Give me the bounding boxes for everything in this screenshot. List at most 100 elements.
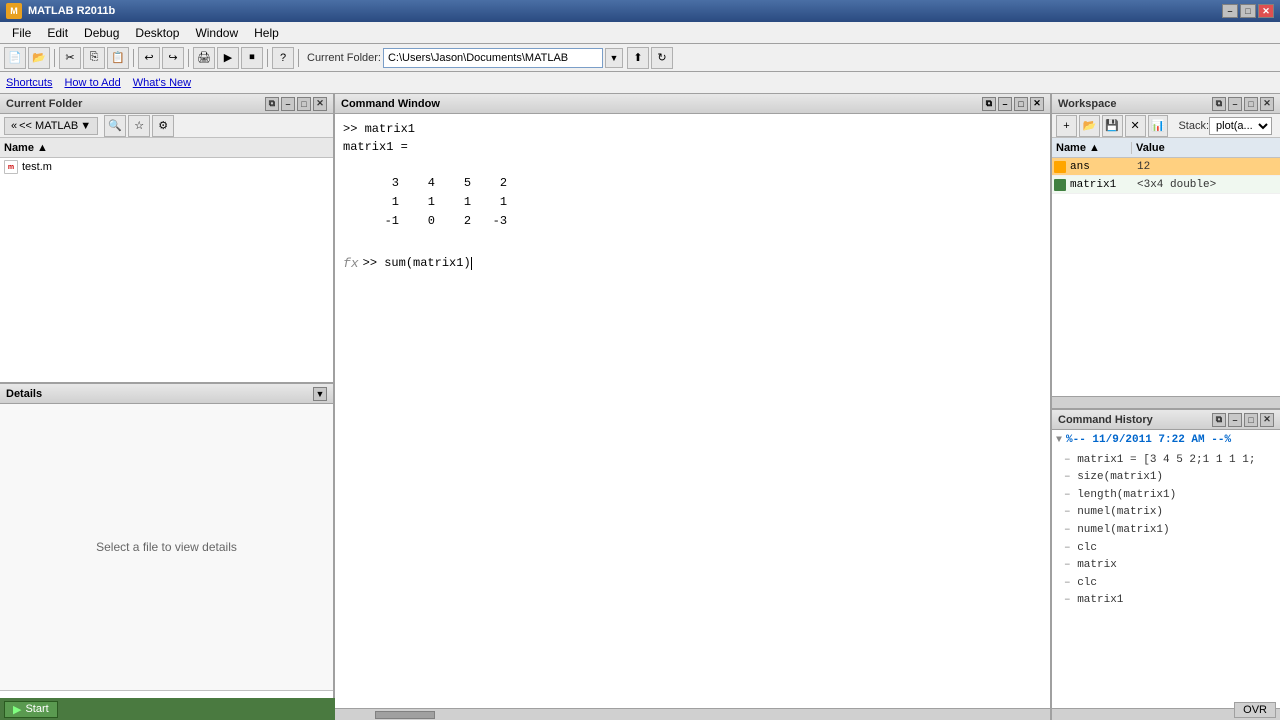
paste-button[interactable]: 📋 xyxy=(107,47,129,69)
history-item-4[interactable]: numel(matrix1) xyxy=(1056,522,1276,540)
workspace-minimize-button[interactable]: – xyxy=(1228,97,1242,111)
workspace-panel: Workspace ⧉ – □ ✕ + 📂 💾 ✕ 📊 Stack: plot(… xyxy=(1052,94,1280,410)
cmd-matrix-row-1: 3 4 5 2 xyxy=(343,174,1042,193)
cmd-maximize-button[interactable]: □ xyxy=(1014,97,1028,111)
history-undock-button[interactable]: ⧉ xyxy=(1212,413,1226,427)
details-panel-title: Details xyxy=(6,388,42,400)
help-button[interactable]: ? xyxy=(272,47,294,69)
ws-save-button[interactable]: 💾 xyxy=(1102,115,1123,137)
details-panel-header: Details ▼ xyxy=(0,384,333,404)
history-item-5[interactable]: clc xyxy=(1056,540,1276,558)
workspace-scrollbar[interactable] xyxy=(1052,396,1280,408)
copy-button[interactable]: ⎘ xyxy=(83,47,105,69)
new-file-button[interactable]: 📄 xyxy=(4,47,26,69)
panel-minimize-button[interactable]: – xyxy=(281,97,295,111)
workspace-close-button[interactable]: ✕ xyxy=(1260,97,1274,111)
folder-search-button[interactable]: 🔍 xyxy=(104,115,126,137)
menu-bar: File Edit Debug Desktop Window Help xyxy=(0,22,1280,44)
whats-new-link[interactable]: What's New xyxy=(133,77,191,89)
current-folder-input[interactable] xyxy=(383,48,603,68)
cmd-output-blank2 xyxy=(343,232,1042,250)
main-toolbar: 📄 📂 ✂ ⎘ 📋 ↩ ↪ 🖨 ▶ ⏹ ? Current Folder: ▼ … xyxy=(0,44,1280,72)
cmd-current-prompt: >> sum(matrix1) xyxy=(363,256,471,270)
command-window-scrollbar[interactable] xyxy=(335,708,1050,720)
workspace-row-matrix1[interactable]: matrix1 <3x4 double> xyxy=(1052,176,1280,194)
history-item-2[interactable]: length(matrix1) xyxy=(1056,487,1276,505)
file-name: test.m xyxy=(22,161,52,173)
workspace-undock-button[interactable]: ⧉ xyxy=(1212,97,1226,111)
command-window: Command Window ⧉ – □ ✕ >> matrix1 matrix… xyxy=(335,94,1050,708)
shortcuts-link[interactable]: Shortcuts xyxy=(6,77,52,89)
panel-close-button[interactable]: ✕ xyxy=(313,97,327,111)
how-to-add-link[interactable]: How to Add xyxy=(64,77,120,89)
stop-button[interactable]: ⏹ xyxy=(241,47,263,69)
stack-bar: Stack: plot(a... xyxy=(1174,117,1276,135)
run-button[interactable]: ▶ xyxy=(217,47,239,69)
folder-toolbar: « << MATLAB ▼ 🔍 ☆ ⚙ xyxy=(0,114,333,138)
history-item-1[interactable]: size(matrix1) xyxy=(1056,469,1276,487)
details-panel: Details ▼ Select a file to view details … xyxy=(0,384,333,720)
ws-open-button[interactable]: 📂 xyxy=(1079,115,1100,137)
folder-browse-button[interactable]: ▼ xyxy=(605,48,623,68)
ws-delete-button[interactable]: ✕ xyxy=(1125,115,1146,137)
toolbar-separator-1 xyxy=(54,49,55,67)
folder-up-button[interactable]: ⬆ xyxy=(627,47,649,69)
menu-debug[interactable]: Debug xyxy=(76,24,127,42)
panel-undock-button[interactable]: ⧉ xyxy=(265,97,279,111)
cmd-undock-button[interactable]: ⧉ xyxy=(982,97,996,111)
stack-dropdown[interactable]: plot(a... xyxy=(1209,117,1272,135)
history-close-button[interactable]: ✕ xyxy=(1260,413,1274,427)
folder-refresh-button[interactable]: ↻ xyxy=(651,47,673,69)
command-history-panel: Command History ⧉ – □ ✕ ▼ %-- 11/9/2011 … xyxy=(1052,410,1280,720)
current-folder-title: Current Folder xyxy=(6,98,82,110)
command-content[interactable]: >> matrix1 matrix1 = 3 4 5 2 1 1 1 1 -1 … xyxy=(335,114,1050,708)
undo-button[interactable]: ↩ xyxy=(138,47,160,69)
history-item-7[interactable]: clc xyxy=(1056,575,1276,593)
details-expand-button[interactable]: ▼ xyxy=(313,387,327,401)
folder-favorites-button[interactable]: ☆ xyxy=(128,115,150,137)
breadcrumb-button[interactable]: « << MATLAB ▼ xyxy=(4,117,98,135)
open-file-button[interactable]: 📂 xyxy=(28,47,50,69)
text-cursor xyxy=(471,257,472,270)
minimize-button[interactable]: – xyxy=(1222,4,1238,18)
close-button[interactable]: ✕ xyxy=(1258,4,1274,18)
panel-maximize-button[interactable]: □ xyxy=(297,97,311,111)
window-controls: – □ ✕ xyxy=(1222,4,1274,18)
menu-window[interactable]: Window xyxy=(187,24,246,42)
history-item-8[interactable]: matrix1 xyxy=(1056,592,1276,610)
maximize-button[interactable]: □ xyxy=(1240,4,1256,18)
history-content: ▼ %-- 11/9/2011 7:22 AM --% matrix1 = [3… xyxy=(1052,430,1280,708)
cmd-minimize-button[interactable]: – xyxy=(998,97,1012,111)
start-bar: ▶ Start xyxy=(0,698,335,720)
menu-edit[interactable]: Edit xyxy=(39,24,76,42)
cmd-close-button[interactable]: ✕ xyxy=(1030,97,1044,111)
history-item-0[interactable]: matrix1 = [3 4 5 2;1 1 1 1; xyxy=(1056,452,1276,470)
folder-settings-button[interactable]: ⚙ xyxy=(152,115,174,137)
print-button[interactable]: 🖨 xyxy=(193,47,215,69)
title-bar: M MATLAB R2011b – □ ✕ xyxy=(0,0,1280,22)
menu-desktop[interactable]: Desktop xyxy=(127,24,187,42)
current-folder-panel: Current Folder ⧉ – □ ✕ « << MATLAB ▼ 🔍 ☆… xyxy=(0,94,333,384)
current-input-line: fx >> sum(matrix1) xyxy=(343,256,1042,271)
toolbar-separator-3 xyxy=(188,49,189,67)
history-maximize-button[interactable]: □ xyxy=(1244,413,1258,427)
menu-help[interactable]: Help xyxy=(246,24,287,42)
command-window-header: Command Window ⧉ – □ ✕ xyxy=(335,94,1050,114)
list-item[interactable]: m test.m xyxy=(0,158,333,176)
ws-new-var-button[interactable]: + xyxy=(1056,115,1077,137)
redo-button[interactable]: ↪ xyxy=(162,47,184,69)
center-panel: Command Window ⧉ – □ ✕ >> matrix1 matrix… xyxy=(335,94,1050,720)
history-item-6[interactable]: matrix xyxy=(1056,557,1276,575)
ws-plot-button[interactable]: 📊 xyxy=(1148,115,1169,137)
history-collapse-icon[interactable]: ▼ xyxy=(1056,435,1062,446)
scrollbar-thumb[interactable] xyxy=(375,711,435,719)
main-layout: Current Folder ⧉ – □ ✕ « << MATLAB ▼ 🔍 ☆… xyxy=(0,94,1280,720)
history-item-3[interactable]: numel(matrix) xyxy=(1056,504,1276,522)
menu-file[interactable]: File xyxy=(4,24,39,42)
history-minimize-button[interactable]: – xyxy=(1228,413,1242,427)
start-button[interactable]: ▶ Start xyxy=(4,701,58,718)
fx-icon: fx xyxy=(343,256,359,271)
cut-button[interactable]: ✂ xyxy=(59,47,81,69)
workspace-maximize-button[interactable]: □ xyxy=(1244,97,1258,111)
workspace-row-ans[interactable]: ans 12 xyxy=(1052,158,1280,176)
